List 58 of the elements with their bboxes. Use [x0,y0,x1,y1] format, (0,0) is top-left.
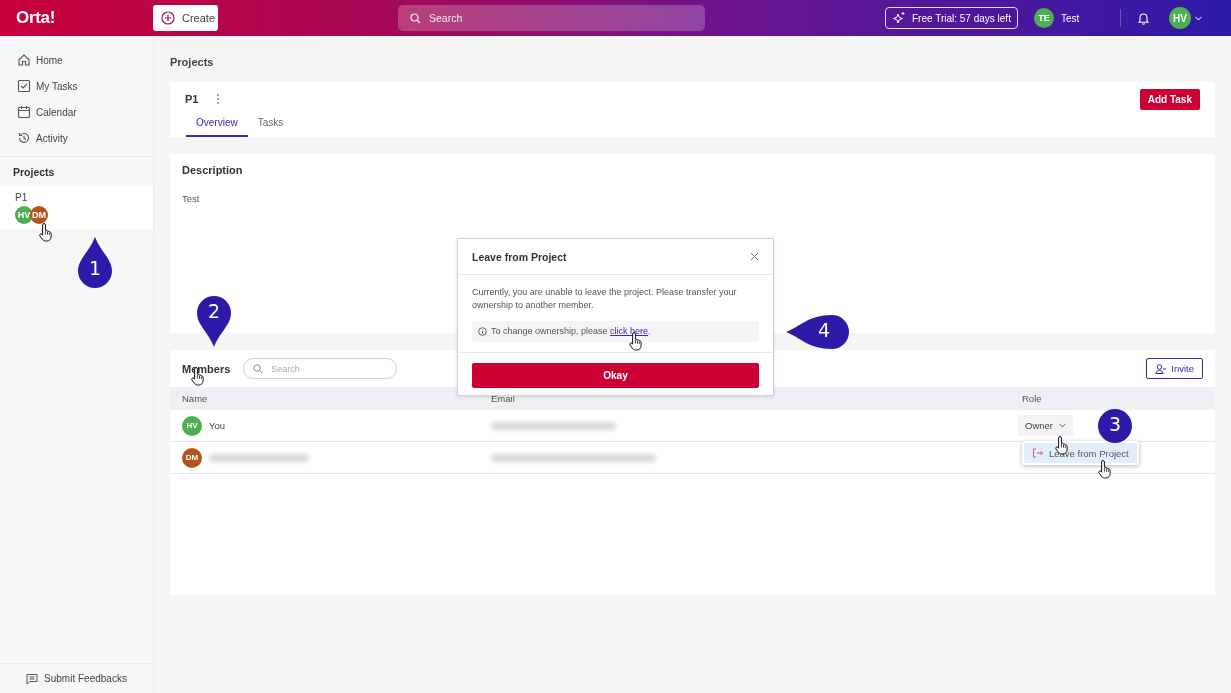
member-name: You [209,420,226,431]
checkbox-icon [17,79,31,93]
search-field[interactable]: Search [398,5,705,31]
avatar: DM [182,447,202,468]
callout-number: 1 [87,257,103,279]
project-name: P1 [15,192,29,203]
feedback-button[interactable]: Submit Feedbacks [0,663,153,693]
chevron-down-icon [1059,423,1066,428]
more-vertical-icon[interactable] [216,93,221,105]
workspace-name[interactable]: Test [1060,12,1080,24]
sparkle-icon [892,11,906,25]
dialog-message: Currently, you are unable to leave the project. Please transfer your ownership to another member. [472,286,738,312]
section-heading: Members [182,362,231,375]
callout-number: 4 [816,319,832,341]
tab[interactable]: Overview [186,114,248,137]
chevron-down-icon[interactable] [1194,15,1202,21]
project-title: P1 [185,93,199,105]
dialog-title: Leave from Project [472,250,568,263]
okay-button[interactable]: Okay [472,363,759,388]
create-button[interactable]: Create [153,5,218,31]
nav-item[interactable]: My Tasks [0,78,153,94]
chat-icon [26,672,39,685]
bell-icon[interactable] [1136,11,1150,25]
add-task-button[interactable]: Add Task [1139,88,1200,110]
column-header: Name [182,393,209,404]
callout-number: 3 [1107,413,1123,435]
role-dropdown[interactable]: Owner [1018,415,1073,436]
nav-item[interactable]: Activity [0,130,153,146]
plus-circle-icon [161,11,175,25]
logo[interactable]: Orta! [16,8,153,28]
nav-item[interactable]: Calendar [0,104,153,120]
column-header: Role [1022,393,1043,404]
tab[interactable]: Tasks [247,114,294,137]
close-icon[interactable] [750,252,759,261]
callout-number: 2 [206,300,222,322]
add-user-icon [1155,363,1167,374]
search-icon [253,363,264,374]
calendar-icon [17,105,31,119]
description-text: Test [182,193,201,204]
history-icon [17,131,31,145]
free-trial-badge[interactable]: Free Trial: 57 days left [885,7,1018,29]
avatar: HV [182,415,202,436]
avatar: TE [1033,8,1054,28]
page-title: Projects [170,56,215,68]
project-item[interactable]: P1 HV DM [0,186,153,229]
hand-cursor-icon [38,222,53,243]
exit-icon [1032,448,1043,458]
section-heading: Projects [12,165,56,180]
invite-button[interactable]: Invite [1146,358,1203,379]
avatar: DM [30,206,48,224]
search-icon [410,12,421,24]
nav-item[interactable]: Home [0,52,153,68]
avatar: HV [15,206,33,224]
section-heading: Description [182,164,244,176]
info-icon [478,327,487,336]
home-icon [17,53,31,67]
column-header: Email [491,393,516,404]
note-text: To change ownership, please click here. [491,325,651,338]
